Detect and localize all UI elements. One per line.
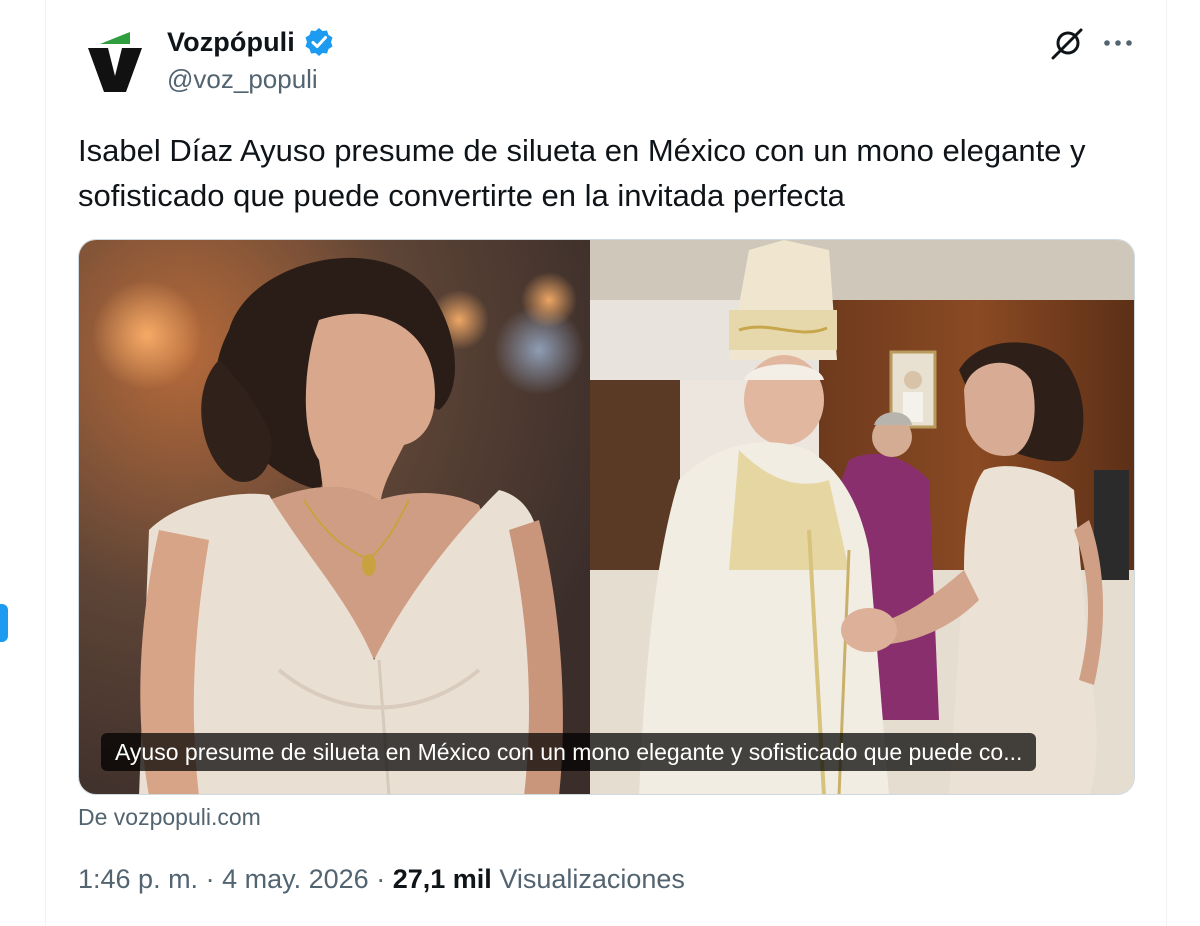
avatar[interactable] (78, 24, 152, 98)
tweet-text: Isabel Díaz Ayuso presume de silueta en … (78, 133, 1086, 213)
link-card-source[interactable]: De vozpopuli.com (78, 804, 261, 831)
card-photo-collage (79, 240, 1134, 794)
link-card-caption[interactable]: Ayuso presume de silueta en México con u… (101, 733, 1037, 771)
tweet-metadata: 1:46 p. m. · 4 may. 2026 · 27,1 mil Visu… (78, 864, 685, 895)
tweet-time[interactable]: 1:46 p. m. (78, 864, 198, 894)
views-label: Visualizaciones (499, 864, 685, 894)
author-name-row: Vozpópuli (167, 26, 335, 58)
verified-badge-icon[interactable] (303, 26, 335, 58)
vozpopuli-logo-icon (78, 24, 152, 98)
views-count: 27,1 mil (392, 864, 492, 894)
meta-separator: · (205, 864, 215, 894)
right-photo (590, 240, 1134, 794)
author-display-name[interactable]: Vozpópuli (167, 27, 295, 58)
meta-separator: · (376, 864, 386, 894)
link-card-image[interactable] (78, 239, 1135, 795)
grok-icon[interactable] (1049, 26, 1085, 62)
author-handle[interactable]: @voz_populi (167, 64, 318, 95)
side-tab-indicator[interactable] (0, 604, 8, 642)
tweet-date[interactable]: 4 may. 2026 (222, 864, 369, 894)
page: Vozpópuli @voz_populi Isabel Díaz Ayuso … (0, 0, 1200, 926)
left-photo (79, 240, 590, 794)
more-options-icon[interactable] (1100, 30, 1136, 56)
